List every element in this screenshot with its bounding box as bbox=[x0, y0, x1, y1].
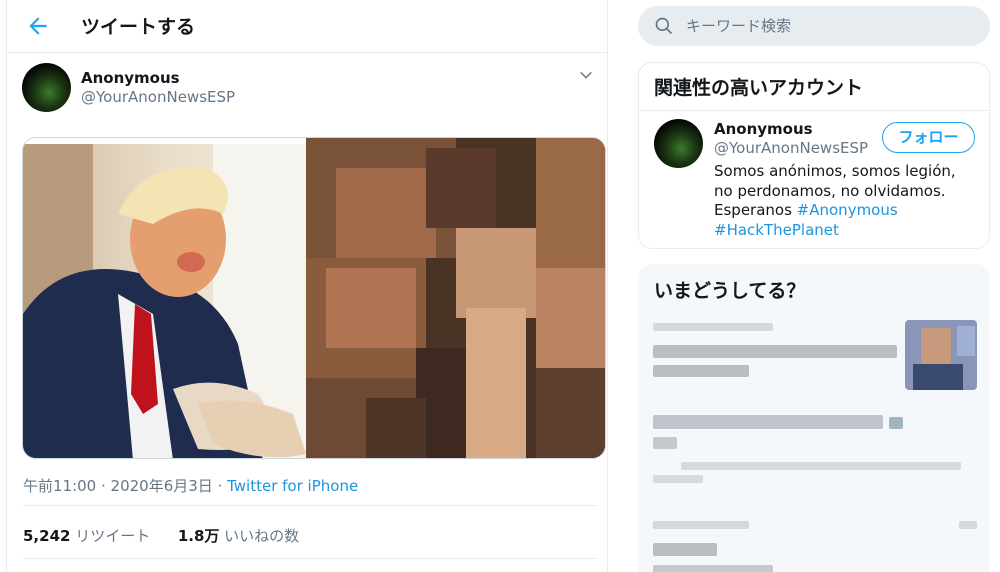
divider bbox=[23, 505, 597, 506]
related-account-name[interactable]: Anonymous bbox=[714, 120, 813, 138]
retweets-count: 5,242 bbox=[23, 527, 71, 545]
related-account-bio: Somos anónimos, somos legión, no perdona… bbox=[714, 162, 979, 240]
photo-left-image bbox=[23, 144, 306, 458]
hashtag-link[interactable]: #Anonymous bbox=[797, 201, 898, 219]
trends-title: いまどうしてる？ bbox=[654, 280, 806, 302]
tweet-stats: 5,242 リツイート 1.8万 いいねの数 bbox=[23, 525, 299, 546]
pixelated-image bbox=[306, 138, 605, 458]
related-accounts-title: 関連性の高いアカウント bbox=[639, 63, 989, 111]
likes-count: 1.8万 bbox=[177, 527, 220, 545]
tweet-meta: 午前11:00 · 2020年6月3日 · Twitter for iPhone bbox=[23, 475, 358, 496]
hashtag-link[interactable]: #HackThePlanet bbox=[714, 221, 839, 239]
tweet-client-link[interactable]: Twitter for iPhone bbox=[227, 477, 358, 495]
trends-card: いまどうしてる？ bbox=[638, 264, 990, 572]
page-title: ツイートする bbox=[81, 16, 196, 38]
tweet-timestamp[interactable]: 午前11:00 · 2020年6月3日 · bbox=[23, 477, 227, 495]
main-column: ツイートする Anonymous @YourAnonNewsESP 午前11:0… bbox=[6, 0, 608, 572]
search-icon bbox=[655, 17, 673, 35]
search-input[interactable] bbox=[686, 14, 976, 38]
author-avatar[interactable] bbox=[22, 63, 71, 112]
top-bar: ツイートする bbox=[7, 0, 607, 53]
author-name[interactable]: Anonymous bbox=[81, 69, 180, 87]
retweets-label: リツイート bbox=[75, 527, 151, 545]
chevron-down-icon[interactable] bbox=[578, 67, 594, 83]
tweet-photo-right-pixelated[interactable] bbox=[306, 138, 605, 458]
tweet-media[interactable] bbox=[22, 137, 606, 459]
retweets-stat[interactable]: 5,242 リツイート bbox=[23, 527, 150, 545]
back-arrow-icon[interactable] bbox=[25, 13, 51, 39]
likes-stat[interactable]: 1.8万 いいねの数 bbox=[178, 527, 299, 545]
related-account-handle[interactable]: @YourAnonNewsESP bbox=[714, 139, 868, 157]
likes-label: いいねの数 bbox=[224, 527, 300, 545]
related-account-avatar[interactable] bbox=[654, 119, 703, 168]
related-accounts-card: 関連性の高いアカウント Anonymous @YourAnonNewsESP フ… bbox=[638, 62, 990, 249]
search-box[interactable] bbox=[638, 6, 990, 46]
divider bbox=[23, 558, 597, 559]
trend-thumbnail bbox=[905, 320, 977, 390]
tweet-photo-left[interactable] bbox=[23, 144, 306, 458]
author-handle[interactable]: @YourAnonNewsESP bbox=[81, 88, 235, 106]
follow-button[interactable]: フォロー bbox=[882, 122, 975, 153]
